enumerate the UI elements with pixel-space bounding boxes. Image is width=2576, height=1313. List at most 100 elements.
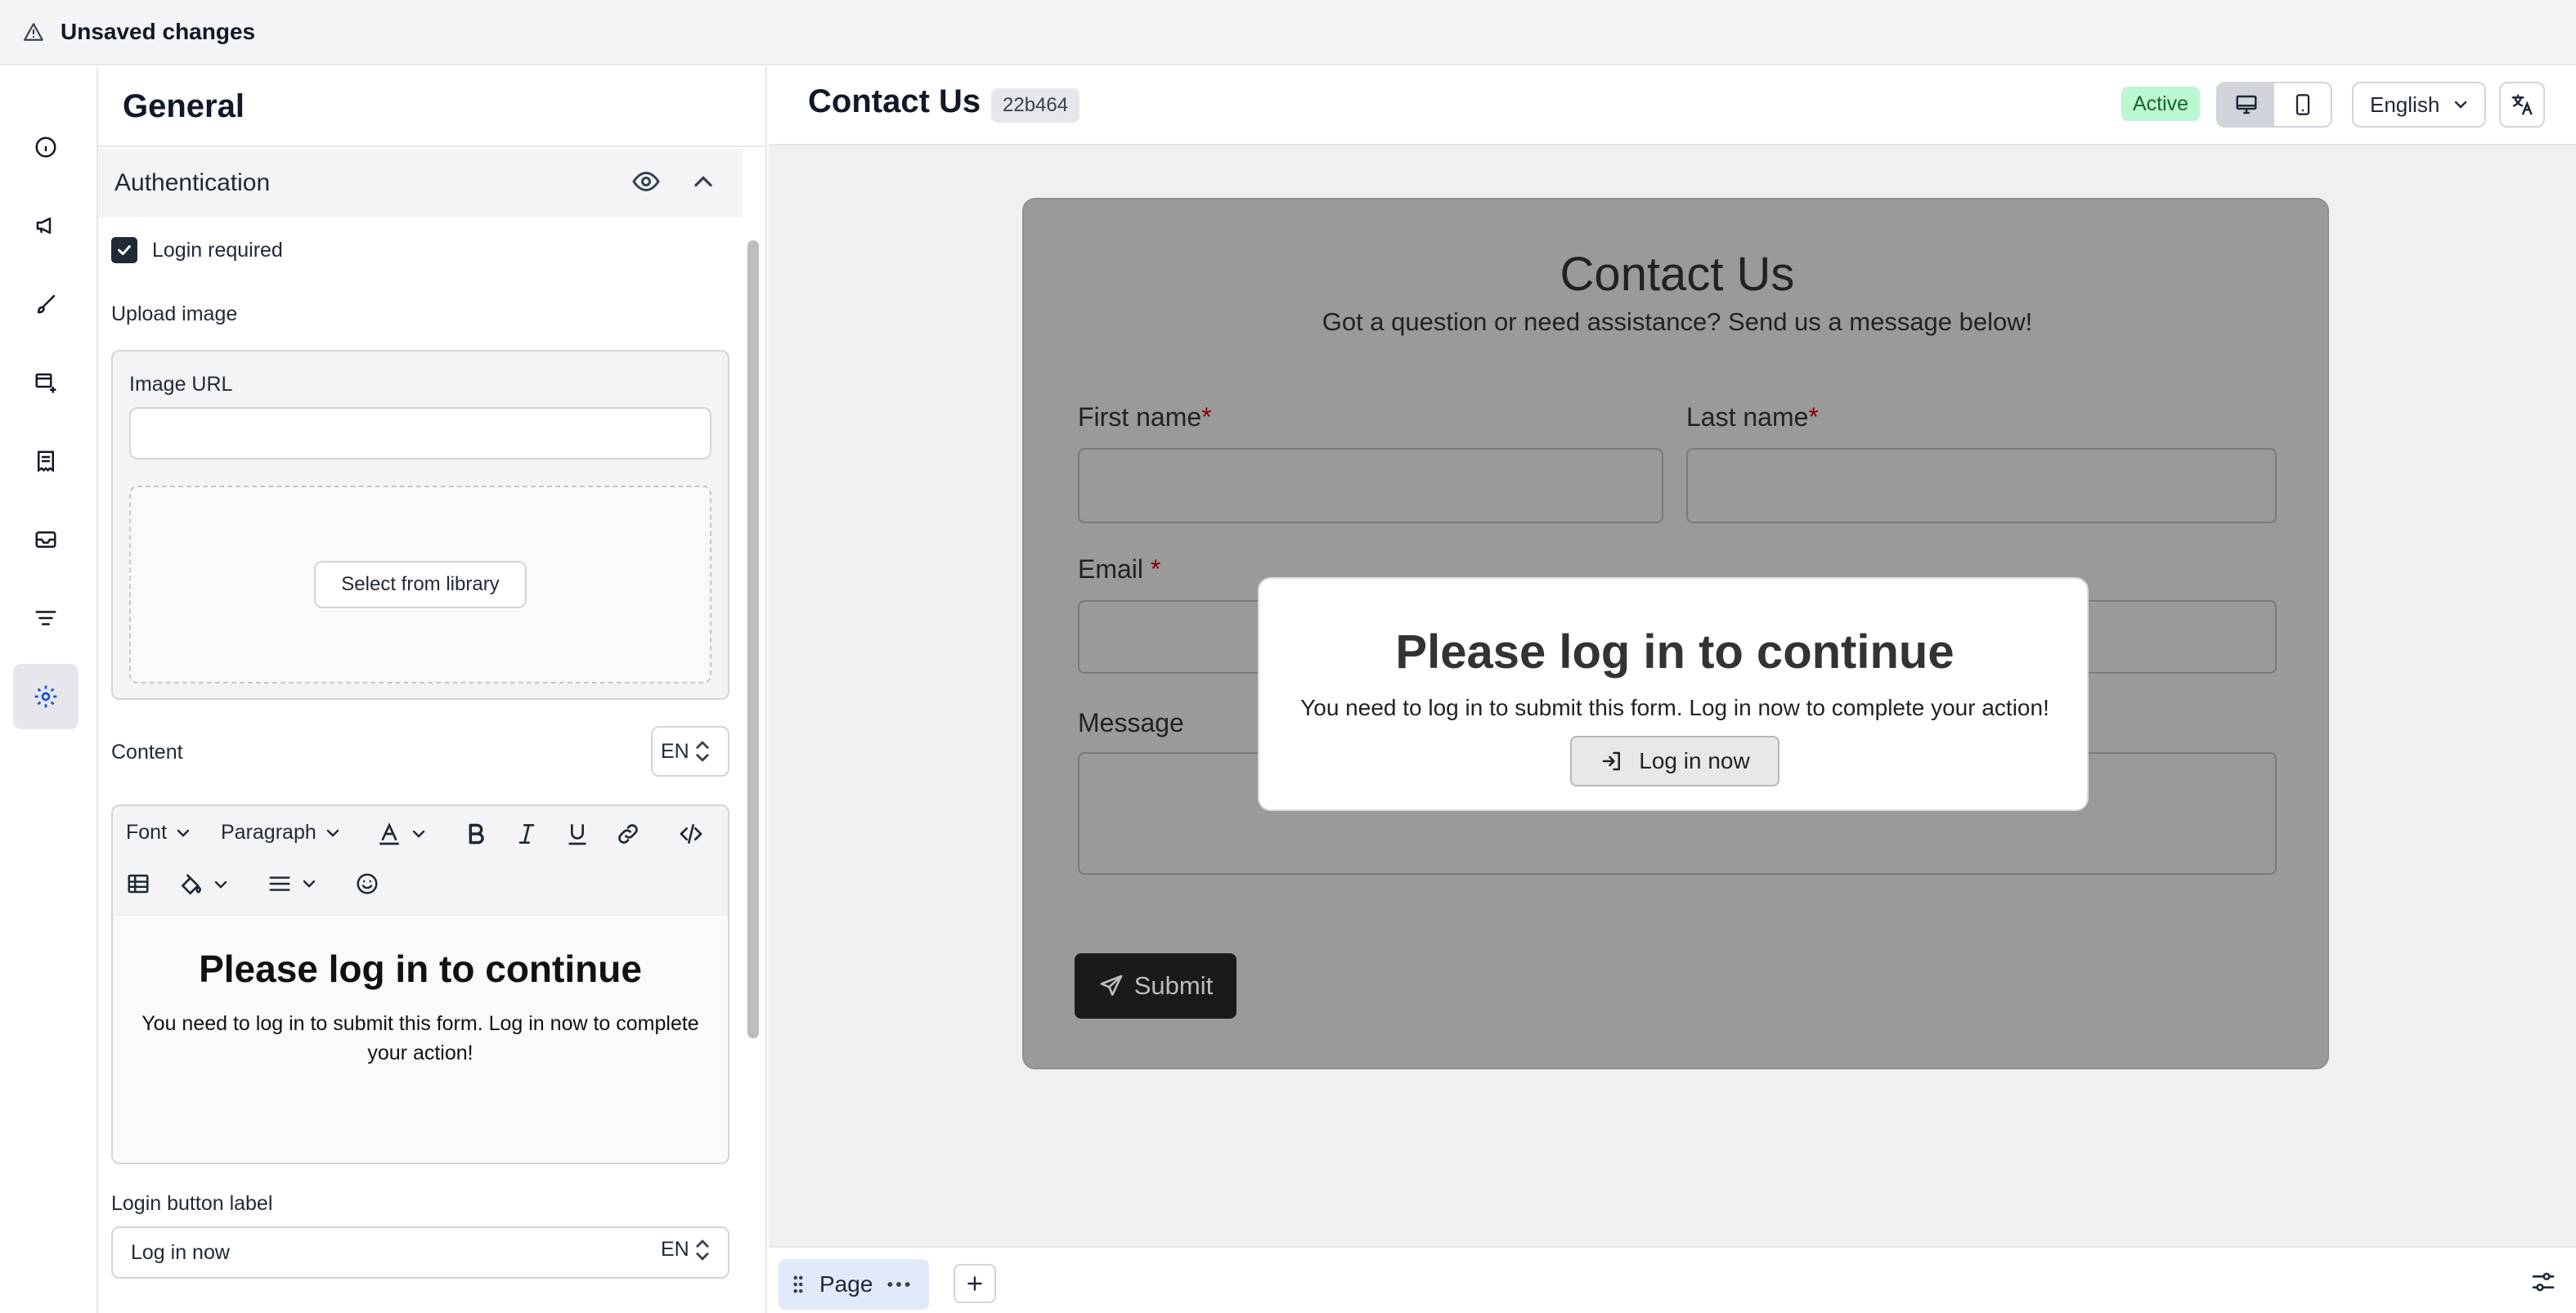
emoji-button[interactable] (355, 872, 379, 896)
form-name-title: Contact Us (808, 83, 981, 119)
mail-icon (34, 527, 58, 552)
page-tab[interactable]: Page (779, 1259, 929, 1310)
rail-item-add-block[interactable] (13, 350, 79, 415)
login-icon (1600, 749, 1624, 773)
editor-heading: Please log in to continue (199, 948, 642, 990)
overlay-body: You need to log in to submit this form. … (1300, 695, 2049, 720)
table-button[interactable] (126, 872, 150, 896)
login-button-label-label: Login button label (111, 1192, 273, 1215)
eye-icon[interactable] (631, 167, 661, 196)
sliders-icon (2530, 1269, 2556, 1295)
language-value: English (2370, 92, 2440, 117)
login-button-label-input[interactable]: Log in now EN (111, 1226, 729, 1279)
submit-button[interactable]: Submit (1075, 953, 1236, 1019)
panel-scrollbar[interactable] (747, 240, 759, 1038)
phone-icon (2291, 92, 2314, 117)
code-view-button[interactable] (677, 821, 705, 847)
highlight-color-dropdown[interactable] (178, 872, 231, 898)
chevron-down-icon (211, 875, 231, 894)
brush-icon (34, 292, 58, 316)
italic-icon (514, 821, 540, 847)
underline-icon (564, 821, 590, 847)
content-language-select[interactable]: EN (651, 726, 729, 777)
icon-rail (0, 67, 98, 1313)
rail-item-announcements[interactable] (13, 193, 79, 258)
first-name-input[interactable] (1078, 448, 1663, 523)
plus-icon (964, 1273, 985, 1294)
text-color-icon (376, 821, 402, 847)
rail-item-settings[interactable] (13, 664, 79, 729)
image-url-input[interactable] (129, 407, 711, 459)
language-dropdown[interactable]: English (2352, 82, 2486, 128)
form-title: Contact Us (1560, 248, 1795, 301)
email-label: Email * (1078, 554, 1161, 584)
chevron-down-icon (323, 823, 343, 843)
add-card-icon (34, 370, 58, 395)
updown-chevron-icon (694, 740, 711, 763)
submit-button-label: Submit (1133, 971, 1214, 1000)
overlay-title: Please log in to continue (1395, 625, 1954, 679)
paragraph-dropdown[interactable]: Paragraph (221, 821, 343, 845)
rail-item-info[interactable] (13, 114, 79, 180)
bold-button[interactable] (463, 821, 489, 847)
send-icon (1098, 973, 1124, 999)
chevron-up-icon[interactable] (689, 167, 718, 196)
status-badge: Active (2121, 87, 2201, 121)
add-page-button[interactable] (954, 1264, 996, 1303)
settings-panel: General Authentication Login required Up… (98, 67, 767, 1313)
select-from-library-button[interactable]: Select from library (314, 561, 527, 608)
bold-icon (463, 821, 489, 847)
login-button-language-value: EN (661, 1238, 689, 1261)
last-name-input[interactable] (1686, 448, 2277, 523)
image-url-label: Image URL (129, 373, 233, 396)
unsaved-changes-bar: Unsaved changes (0, 0, 2576, 65)
authentication-section-header[interactable]: Authentication (98, 149, 743, 217)
more-options-icon[interactable] (886, 1279, 912, 1289)
preview-area: Contact Us 22b464 Active English Contact… (769, 67, 2576, 1313)
align-icon (267, 872, 293, 896)
mobile-view-button[interactable] (2274, 83, 2331, 126)
device-toggle (2216, 82, 2332, 128)
first-name-label: First name* (1078, 402, 1212, 432)
rail-item-email[interactable] (13, 507, 79, 572)
page-tabs-bar: Page (769, 1246, 2576, 1313)
warning-icon (23, 21, 44, 43)
underline-button[interactable] (564, 821, 590, 847)
login-required-label: Login required (152, 239, 283, 262)
image-dropzone[interactable]: Select from library (129, 486, 711, 683)
editor-body-text: You need to log in to submit this form. … (141, 1012, 699, 1064)
link-button[interactable] (615, 821, 641, 847)
rail-item-filters[interactable] (13, 585, 79, 651)
receipt-icon (34, 449, 58, 473)
font-dropdown-label: Font (126, 821, 168, 844)
chevron-down-icon (2451, 95, 2471, 114)
upload-image-label: Upload image (111, 302, 238, 325)
rail-item-receipt[interactable] (13, 428, 79, 494)
filter-icon (34, 606, 58, 630)
table-icon (126, 872, 150, 896)
info-icon (34, 135, 58, 159)
chevron-down-icon (173, 823, 193, 843)
login-button-language-select[interactable]: EN (661, 1238, 711, 1261)
rail-item-styling[interactable] (13, 271, 79, 337)
drag-handle-icon[interactable] (790, 1274, 806, 1295)
preview-settings-button[interactable] (2525, 1264, 2561, 1300)
text-color-dropdown[interactable] (376, 821, 429, 847)
editor-toolbar: Font Paragraph (113, 806, 728, 916)
log-in-now-button[interactable]: Log in now (1570, 736, 1779, 786)
translate-icon (2510, 92, 2534, 117)
italic-button[interactable] (514, 821, 540, 847)
login-required-checkbox[interactable] (111, 237, 137, 263)
rich-text-editor[interactable]: Font Paragraph Please log in to continue… (111, 804, 729, 1164)
code-icon (677, 821, 705, 847)
updown-chevron-icon (694, 1239, 711, 1261)
translate-button[interactable] (2499, 82, 2545, 128)
login-button-label-value: Log in now (131, 1240, 230, 1264)
last-name-label: Last name* (1686, 402, 1819, 432)
desktop-view-button[interactable] (2218, 83, 2274, 126)
upload-image-box: Image URL Select from library (111, 350, 729, 700)
alignment-dropdown[interactable] (267, 872, 319, 896)
paint-bucket-icon (178, 872, 204, 898)
login-required-overlay: Please log in to continue You need to lo… (1258, 577, 2089, 811)
font-dropdown[interactable]: Font (126, 821, 193, 845)
